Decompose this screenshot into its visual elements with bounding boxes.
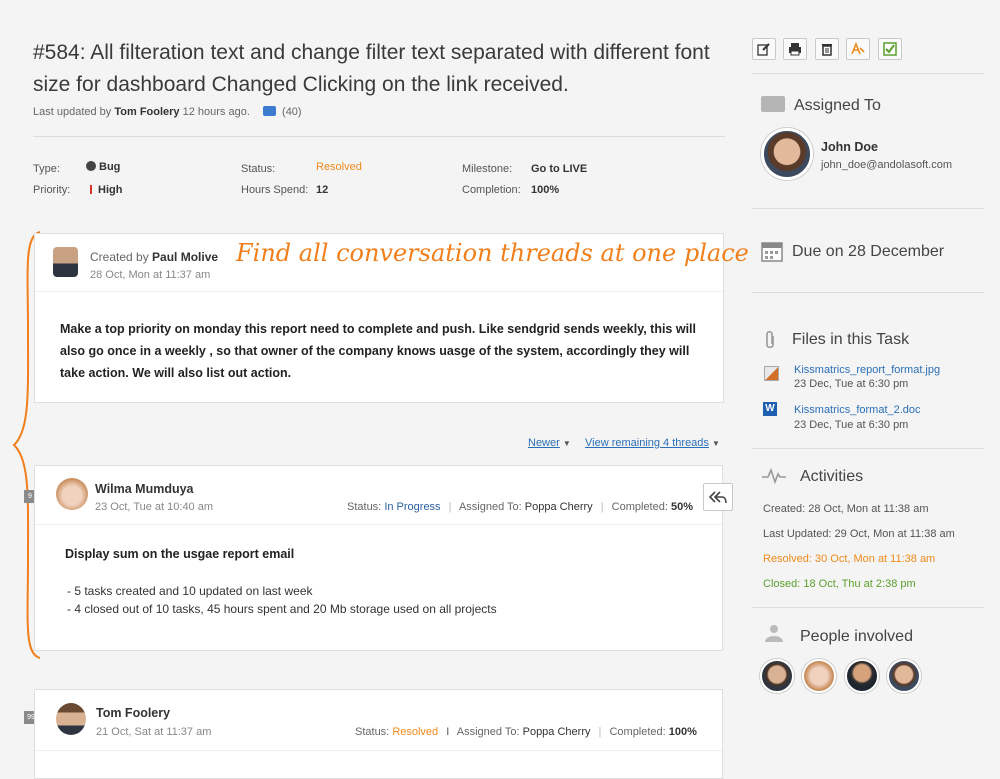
avatar <box>56 703 86 735</box>
edit-button[interactable] <box>752 38 776 60</box>
assigned-heading: Assigned To <box>794 97 881 114</box>
comment-count[interactable]: (40) <box>282 106 302 118</box>
thread-item: - 5 tasks created and 10 updated on last… <box>67 584 313 598</box>
reply-all-icon <box>708 491 727 504</box>
person-avatar[interactable] <box>802 659 836 693</box>
file-link[interactable]: Kissmatrics_format_2.doc <box>794 404 921 416</box>
activity-resolved: Resolved: 30 Oct, Mon at 11:38 am <box>763 553 936 565</box>
comments-icon[interactable] <box>262 106 276 116</box>
thread-author[interactable]: Tom Foolery <box>96 706 170 720</box>
view-remaining-link[interactable]: View remaining 4 threads ▼ <box>585 437 720 449</box>
thread-date: 23 Oct, Tue at 10:40 am <box>95 501 214 513</box>
image-file-icon <box>764 366 779 381</box>
divider <box>752 73 984 74</box>
thread-item: - 4 closed out of 10 tasks, 45 hours spe… <box>67 602 497 616</box>
hours-value: 12 <box>316 184 329 196</box>
divider <box>35 524 722 525</box>
type-value: Bug <box>86 161 120 173</box>
milestone-label: Milestone: <box>462 163 513 175</box>
assignee-email: john_doe@andolasoft.com <box>821 159 953 171</box>
person-avatar[interactable] <box>845 659 879 693</box>
file-date: 23 Dec, Tue at 6:30 pm <box>794 378 909 390</box>
reply-button[interactable] <box>703 483 733 511</box>
thread-completed: 100% <box>668 726 697 738</box>
status-value: Resolved <box>316 161 362 173</box>
divider <box>752 292 984 293</box>
post-body: Make a top priority on monday this repor… <box>60 322 696 380</box>
paperclip-icon <box>766 330 774 349</box>
divider <box>752 448 984 449</box>
assigned-icon <box>761 96 785 112</box>
thread-heading: Display sum on the usgae report email <box>65 547 295 561</box>
calendar-icon <box>761 242 783 262</box>
print-icon <box>789 43 801 56</box>
assignee-name[interactable]: John Doe <box>821 140 878 154</box>
callout-text: Find all conversation threads at one pla… <box>236 239 749 267</box>
files-heading: Files in this Task <box>792 331 910 348</box>
activity-updated: Last Updated: 29 Oct, Mon at 11:38 am <box>763 528 955 540</box>
thread-author[interactable]: Wilma Mumduya <box>95 482 194 496</box>
people-icon <box>765 625 783 642</box>
thread-status-row: Status: Resolved I Assigned To: Poppa Ch… <box>355 726 697 738</box>
divider <box>35 750 722 751</box>
thread-status: Resolved <box>392 726 439 738</box>
people-heading: People involved <box>800 628 913 645</box>
font-button[interactable] <box>846 38 870 60</box>
status-label: Status: <box>241 163 276 175</box>
trash-icon <box>822 44 832 56</box>
person-avatar[interactable] <box>887 659 921 693</box>
last-updated: Last updated by Tom Foolery 12 hours ago… <box>33 106 302 118</box>
completion-value: 100% <box>531 184 560 196</box>
caret-down-icon: ▼ <box>711 439 720 448</box>
created-by: Created by Paul Molive <box>90 250 219 264</box>
checkbox-icon <box>883 42 897 56</box>
due-date: Due on 28 December <box>792 243 945 260</box>
thread-status: In Progress <box>384 501 441 513</box>
font-icon <box>851 42 865 55</box>
print-button[interactable] <box>783 38 807 60</box>
type-label: Type: <box>33 163 60 175</box>
activity-icon <box>762 468 786 484</box>
word-file-icon: W <box>763 402 777 416</box>
divider <box>33 136 725 137</box>
thread-completed: 50% <box>670 501 694 513</box>
task-title: #584: All filteration text and change fi… <box>33 41 710 96</box>
file-date: 23 Dec, Tue at 6:30 pm <box>794 419 909 431</box>
delete-button[interactable] <box>815 38 839 60</box>
activity-closed: Closed: 18 Oct, Thu at 2:38 pm <box>763 578 916 590</box>
newer-link[interactable]: Newer ▼ <box>528 437 571 449</box>
file-link[interactable]: Kissmatrics_report_format.jpg <box>794 364 940 376</box>
activity-created: Created: 28 Oct, Mon at 11:38 am <box>763 503 929 515</box>
priority-icon <box>90 185 92 194</box>
bug-icon <box>86 161 96 171</box>
hours-label: Hours Spend: <box>241 184 309 196</box>
person-avatar[interactable] <box>760 659 794 693</box>
avatar <box>56 478 88 510</box>
divider <box>35 291 723 292</box>
thread-assignee: Poppa Cherry <box>524 501 593 513</box>
edit-icon <box>757 43 770 56</box>
priority-value: High <box>90 184 122 196</box>
complete-button[interactable] <box>878 38 902 60</box>
activities-heading: Activities <box>800 468 864 485</box>
divider <box>752 607 984 608</box>
divider <box>752 208 984 209</box>
milestone-value[interactable]: Go to LIVE <box>531 163 587 175</box>
assignee-avatar[interactable] <box>761 128 813 180</box>
completion-label: Completion: <box>462 184 521 196</box>
last-updated-user[interactable]: Tom Foolery <box>114 106 179 118</box>
avatar <box>53 247 78 277</box>
thread-status-row: Status: In Progress | Assigned To: Poppa… <box>347 501 694 513</box>
caret-down-icon: ▼ <box>562 439 571 448</box>
priority-label: Priority: <box>33 184 71 196</box>
author-name[interactable]: Paul Molive <box>152 250 218 264</box>
thread-assignee: Poppa Cherry <box>522 726 591 738</box>
post-date: 28 Oct, Mon at 11:37 am <box>90 269 211 281</box>
thread-date: 21 Oct, Sat at 11:37 am <box>96 726 212 738</box>
